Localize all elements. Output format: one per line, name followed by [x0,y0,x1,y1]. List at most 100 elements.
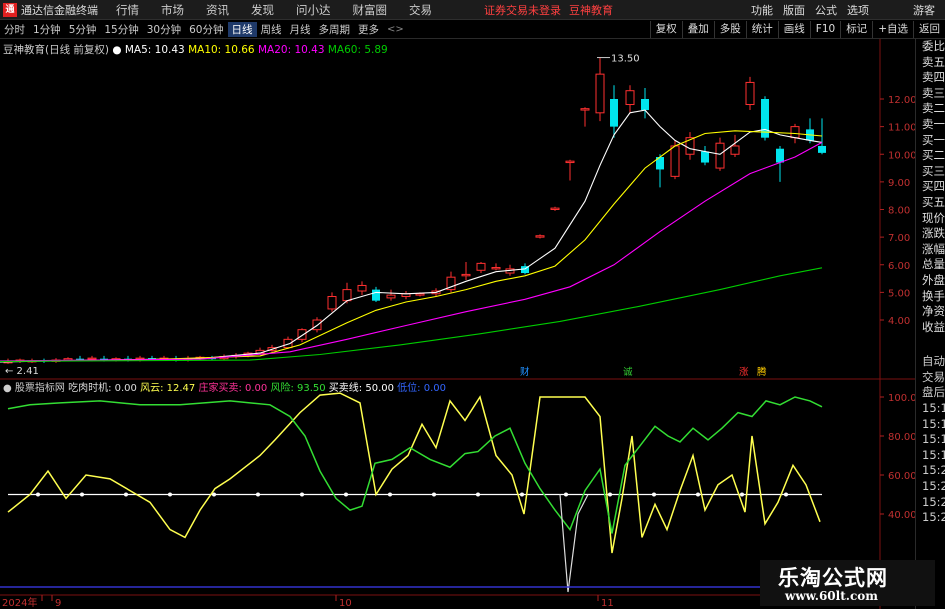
period-tab-7[interactable]: 周线 [257,22,286,37]
right-menu-item-3[interactable]: 选项 [847,2,869,18]
scroll-arrows-icon[interactable]: <> [387,24,404,35]
quote-item-18: 收益 [922,319,945,334]
trade-item-6: 15:19 [922,447,945,462]
baseline-dot [476,492,480,497]
candle [818,118,826,155]
event-marker[interactable]: 财 [520,366,530,378]
candle [550,206,560,211]
candle [685,132,695,160]
toolbar-button-2[interactable]: 多股 [713,21,746,38]
fengxian-line [7,396,823,534]
ind-tick-label: 100.00 [888,393,915,404]
baseline-dot [388,492,392,497]
app-logo-icon: 通 [3,2,17,17]
chart-header: 豆神教育(日线 前复权) ● MA5: 10.43 MA10: 10.66 MA… [3,43,388,56]
toolbar-button-8[interactable]: 返回 [913,21,945,38]
low-label: ← 2.41 [5,366,39,377]
price-tick-label: 12.00 [888,95,915,106]
candle [730,134,740,158]
price-tick-label: 11.00 [888,123,915,134]
candle [446,271,456,293]
menu-item-1[interactable]: 市场 [161,3,184,17]
guest-button[interactable]: 游客 [913,2,935,18]
quote-item-7: 买二 [922,148,945,163]
period-tab-3[interactable]: 15分钟 [100,22,142,37]
stock-name-notice: 豆神教育 [569,3,613,17]
menu-item-5[interactable]: 财富圈 [353,3,388,17]
toolbar-button-4[interactable]: 画线 [777,21,810,38]
quote-item-12: 涨跌 [922,226,945,241]
price-tick-label: 10.00 [888,150,915,161]
toolbar-button-0[interactable]: 复权 [649,21,682,38]
right-menu-item-0[interactable]: 功能 [751,2,773,18]
watermark-title: 乐淘公式网 [778,565,888,590]
price-tick-label: 5.00 [888,288,910,299]
kline-chart[interactable]: 豆神教育(日线 前复权) ● MA5: 10.43 MA10: 10.66 MA… [0,39,915,609]
date-label: 9 [55,598,61,609]
period-tab-2[interactable]: 5分钟 [65,22,101,37]
ind-tick-label: 80.00 [888,432,915,443]
candle [610,85,618,138]
candle [595,57,605,122]
app-window: { "app": {"title": "通达信金融终端", "logo": "通… [0,0,945,609]
candle [580,107,590,127]
indicator-zhuangjia: 庄家买卖: 0.00 [195,381,267,394]
event-marker[interactable]: 腾 [757,366,767,378]
quote-item-10: 买五 [922,194,945,209]
trade-item-4: 15:17 [922,416,945,431]
menu-item-2[interactable]: 资讯 [206,3,229,17]
toolbar-button-3[interactable]: 统计 [745,21,778,38]
toolbar-button-6[interactable]: 标记 [840,21,872,38]
trade-item-8: 15:21 [922,479,945,494]
period-tab-10[interactable]: 更多 [354,22,383,37]
trade-item-2: 盘后 [922,385,945,400]
quote-item-15: 外盘 [922,272,945,287]
trade-item-1: 交易 [922,369,945,384]
period-tab-6[interactable]: 日线 [227,21,257,37]
event-marker[interactable]: 涨 [739,367,749,378]
period-tab-1[interactable]: 1分钟 [29,22,65,37]
period-tab-5[interactable]: 60分钟 [185,22,227,37]
quote-item-2: 卖四 [922,70,945,85]
baseline-dot [608,492,612,497]
candle [386,289,396,301]
baseline-dot [80,492,84,497]
right-menu-item-2[interactable]: 公式 [815,2,837,18]
header-ma20: MA20: 10.43 [255,44,325,56]
quote-item-8: 买三 [922,163,945,178]
event-marker[interactable]: 诚 [623,366,633,378]
baseline-dot [520,492,524,497]
quote-item-3: 卖三 [922,85,945,100]
candle [701,145,709,166]
menu-item-6[interactable]: 交易 [409,3,432,17]
menu-item-4[interactable]: 问小达 [296,3,331,17]
login-notice[interactable]: 证券交易未登录 [484,2,561,18]
baseline-dot [124,492,128,497]
header-ma60: MA60: 5.89 [325,44,388,56]
quote-item-17: 净资 [922,304,945,319]
quote-item-11: 现价 [922,210,945,225]
baseline-dot [784,492,788,497]
toolbar-button-7[interactable]: +自选 [872,21,913,38]
period-tab-4[interactable]: 30分钟 [143,22,185,37]
period-tab-9[interactable]: 多周期 [315,22,355,37]
toolbar-button-5[interactable]: F10 [809,21,840,38]
trade-item-10: 15:25 [922,510,945,525]
period-tab-0[interactable]: 分时 [0,22,29,37]
trade-item-0: 自动 [922,354,945,369]
indicator-name: ● 股票指标网 [3,381,65,394]
date-label: 11 [601,598,614,609]
trade-item-3: 15:16 [922,401,945,416]
baseline-dot [696,492,700,497]
quote-item-14: 总量 [922,257,945,272]
indicator-dixian: 低位: 0.00 [394,381,446,394]
indicator-header: ● 股票指标网 吃肉时机: 0.00 风云: 12.47 庄家买卖: 0.00 … [3,381,446,394]
menu-item-0[interactable]: 行情 [116,3,139,17]
baseline-dot [564,492,568,497]
baseline-dot [36,492,40,497]
toolbar-button-1[interactable]: 叠加 [681,21,714,38]
period-tab-8[interactable]: 月线 [286,22,315,37]
right-menu-item-1[interactable]: 版面 [783,2,805,18]
menu-item-3[interactable]: 发现 [251,3,274,17]
right-menu: 功能 版面 公式 选项 [741,2,869,18]
